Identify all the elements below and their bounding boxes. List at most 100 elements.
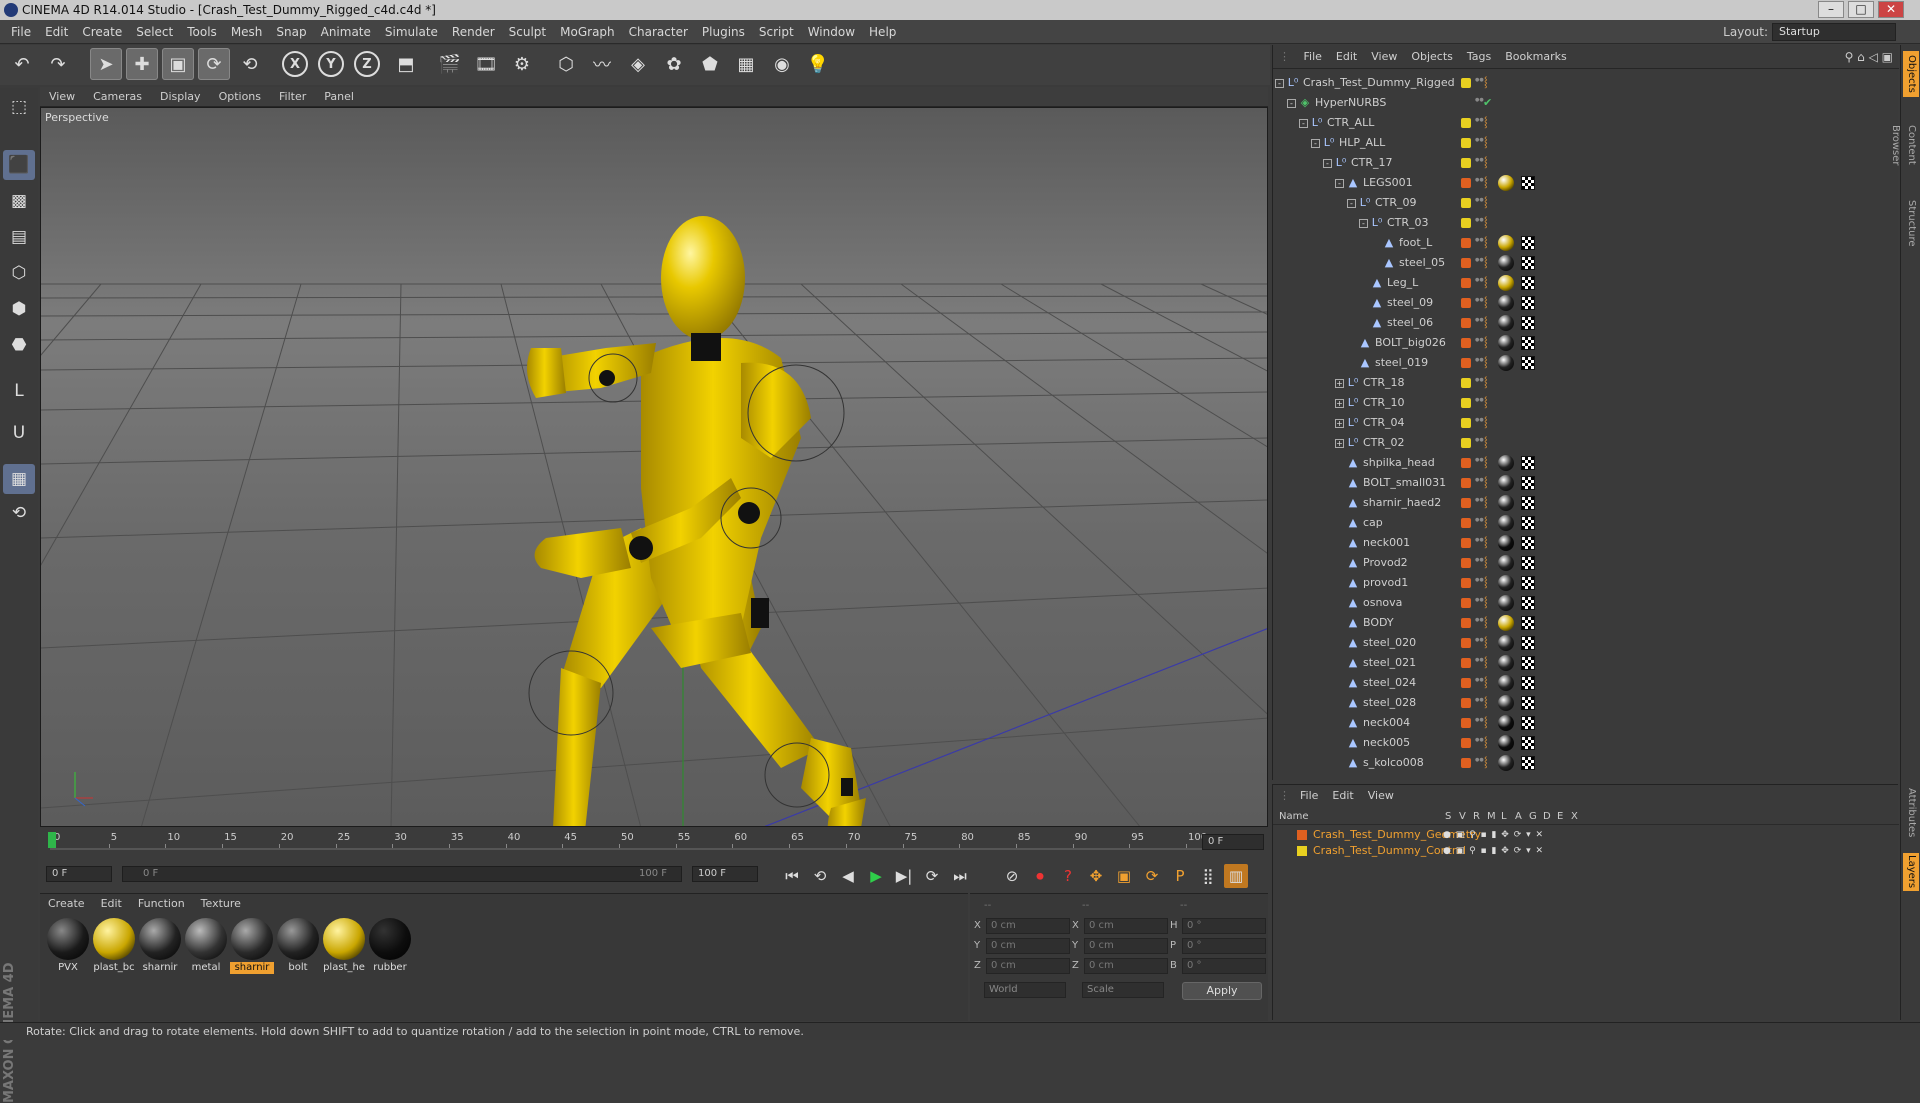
menu-select[interactable]: Select [129,20,180,44]
visibility-dots[interactable]: ●● [1475,277,1484,291]
solo-icon[interactable]: ⟲ [3,498,35,528]
uvw-tag-icon[interactable] [1521,596,1535,610]
scene-floor-icon[interactable]: ▦ [730,48,762,80]
constraint-tag-icon[interactable]: ⸾ [1484,493,1488,513]
constraint-tag-icon[interactable]: ⸾ [1484,393,1488,413]
constraint-tag-icon[interactable]: ⸾ [1484,533,1488,553]
object-menu-view[interactable]: View [1364,45,1404,69]
object-menu-file[interactable]: File [1297,45,1329,69]
visibility-dots[interactable]: ●● [1475,157,1484,171]
visibility-dots[interactable]: ●● [1475,577,1484,591]
uvw-tag-icon[interactable] [1521,676,1535,690]
constraint-tag-icon[interactable]: ⸾ [1484,653,1488,673]
visibility-dots[interactable]: ●● [1475,257,1484,271]
scale-icon[interactable]: ▣ [162,48,194,80]
expand-toggle-icon[interactable]: - [1359,219,1368,228]
object-row[interactable]: ▲ steel_024 ●● ⸾ [1273,673,1899,693]
expand-toggle-icon[interactable]: + [1335,419,1344,428]
layer-color-swatch[interactable] [1461,498,1471,508]
constraint-tag-icon[interactable]: ⸾ [1484,353,1488,373]
constraint-tag-icon[interactable]: ⸾ [1484,113,1488,133]
constraint-tag-icon[interactable]: ⸾ [1484,213,1488,233]
visibility-dots[interactable]: ●● [1475,557,1484,571]
undo-icon[interactable]: ↶ [6,48,38,80]
constraint-tag-icon[interactable]: ⸾ [1484,513,1488,533]
menu-create[interactable]: Create [75,20,129,44]
layer-row[interactable]: Crash_Test_Dummy_Control ● ▣ ⚲ ▪ ▮ ✥ ⟳ ▾ … [1273,843,1899,859]
layer-color-swatch[interactable] [1461,758,1471,768]
expand-toggle-icon[interactable]: - [1287,99,1296,108]
rotate-key-icon[interactable]: ⟳ [1140,864,1164,888]
object-row[interactable]: ▲ shpilka_head ●● ⸾ [1273,453,1899,473]
visibility-dots[interactable]: ●● [1475,517,1484,531]
constraint-tag-icon[interactable]: ⸾ [1484,573,1488,593]
layer-color-swatch[interactable] [1297,846,1307,856]
current-frame-field[interactable]: 0 F [1202,834,1264,850]
next-key-icon[interactable]: ▶| [892,864,916,888]
expand-toggle-icon[interactable]: - [1347,199,1356,208]
object-row[interactable]: - L⁰ CTR_17 ●● ⸾ [1273,153,1899,173]
param-key-icon[interactable]: P [1168,864,1192,888]
spline-icon[interactable]: 〰 [586,48,618,80]
layer-color-swatch[interactable] [1461,258,1471,268]
layer-color-swatch[interactable] [1461,658,1471,668]
coord-value-field[interactable]: 0 cm [986,958,1070,974]
mograph-cloner-icon[interactable]: ✿ [658,48,690,80]
uvw-tag-icon[interactable] [1521,176,1535,190]
point-level-icon[interactable]: ⣿ [1196,864,1220,888]
object-row[interactable]: ▲ osnova ●● ⸾ [1273,593,1899,613]
layer-menu-edit[interactable]: Edit [1325,785,1360,807]
object-manager-nav-icons[interactable]: ⚲ ⌂ ◁ ▣ [1845,45,1893,69]
material-swatch[interactable]: plast_bc [92,918,136,974]
menu-sculpt[interactable]: Sculpt [502,20,553,44]
material-swatch[interactable]: sharnir [230,918,274,974]
expand-toggle-icon[interactable]: - [1335,179,1344,188]
coord-value-field[interactable]: 0 ° [1182,918,1266,934]
snap-magnet-icon[interactable]: U [3,418,35,448]
layer-color-swatch[interactable] [1461,378,1471,388]
coord-value-field[interactable]: 0 cm [986,938,1070,954]
redo-icon[interactable]: ↷ [42,48,74,80]
menu-script[interactable]: Script [752,20,801,44]
side-tab-attributes[interactable]: Attributes [1903,785,1919,841]
uvw-tag-icon[interactable] [1521,556,1535,570]
layer-color-swatch[interactable] [1461,598,1471,608]
material-swatch[interactable]: bolt [276,918,320,974]
expand-toggle-icon[interactable]: - [1275,79,1284,88]
layer-color-swatch[interactable] [1461,338,1471,348]
axis-icon[interactable]: L [3,376,35,406]
expand-toggle-icon[interactable]: - [1299,119,1308,128]
constraint-tag-icon[interactable]: ⸾ [1484,73,1488,93]
uvw-tag-icon[interactable] [1521,296,1535,310]
constraint-tag-icon[interactable]: ⸾ [1484,413,1488,433]
lock-z-icon[interactable]: Z [354,51,380,77]
visibility-dots[interactable]: ●● [1475,497,1484,511]
side-tab-objects[interactable]: Objects [1903,51,1919,97]
constraint-tag-icon[interactable]: ⸾ [1484,713,1488,733]
uvw-tag-icon[interactable] [1521,536,1535,550]
material-menu-function[interactable]: Function [130,894,193,914]
deformer-icon[interactable]: ⬟ [694,48,726,80]
menu-edit[interactable]: Edit [38,20,75,44]
constraint-tag-icon[interactable]: ⸾ [1484,473,1488,493]
material-tag-icon[interactable] [1498,355,1514,371]
object-row[interactable]: ▲ s_kolco008 ●● ⸾ [1273,753,1899,773]
visibility-dots[interactable]: ●● [1475,617,1484,631]
coordinate-system-icon[interactable]: ⬒ [390,48,422,80]
uvw-tag-icon[interactable] [1521,696,1535,710]
material-swatch[interactable]: plast_he [322,918,366,974]
object-row[interactable]: + L⁰ CTR_10 ●● ⸾ [1273,393,1899,413]
playhead[interactable] [48,832,56,848]
object-menu-bookmarks[interactable]: Bookmarks [1498,45,1573,69]
expand-toggle-icon[interactable]: - [1311,139,1320,148]
object-row[interactable]: - ◈ HyperNURBS ●● ✔ [1273,93,1899,113]
constraint-tag-icon[interactable]: ⸾ [1484,133,1488,153]
light-icon[interactable]: 💡 [802,48,834,80]
object-row[interactable]: ▲ BODY ●● ⸾ [1273,613,1899,633]
coord-value-field[interactable]: 0 cm [986,918,1070,934]
visibility-dots[interactable]: ●● [1475,477,1484,491]
layer-color-swatch[interactable] [1461,538,1471,548]
material-tag-icon[interactable] [1498,635,1514,651]
material-tag-icon[interactable] [1498,475,1514,491]
material-tag-icon[interactable] [1498,335,1514,351]
